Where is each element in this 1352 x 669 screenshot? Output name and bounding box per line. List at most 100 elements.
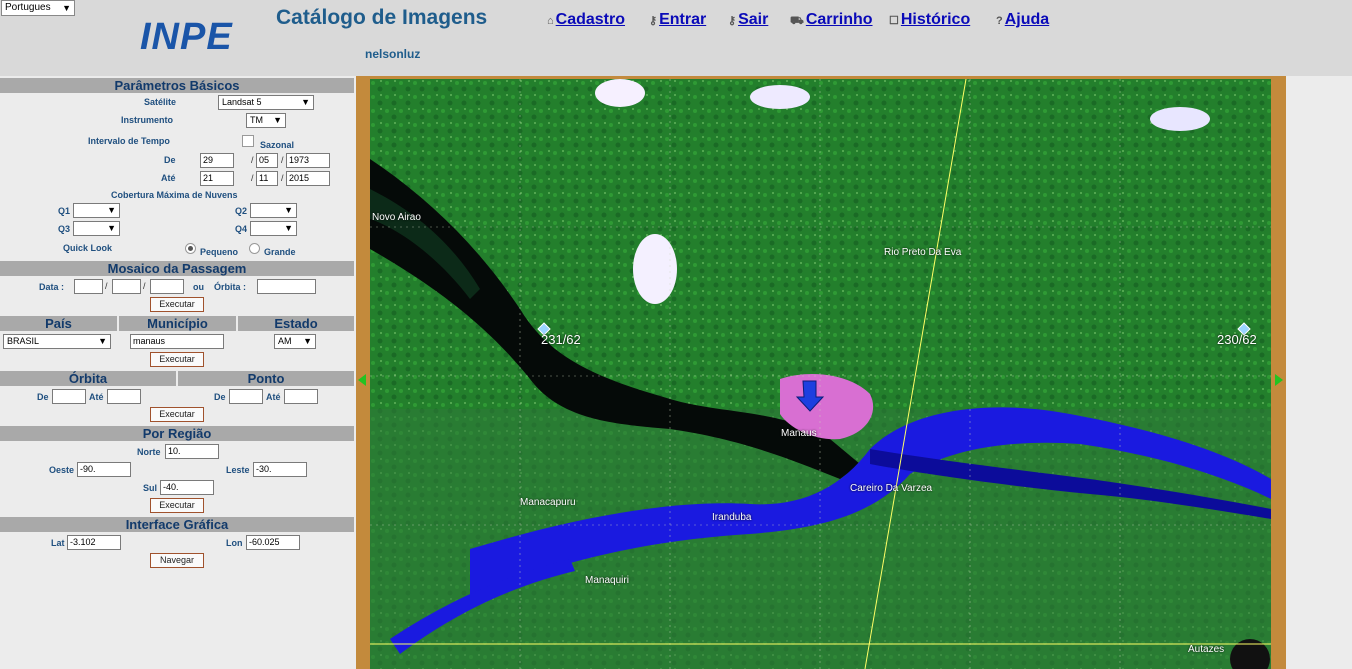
map-pan-left-icon[interactable] — [358, 374, 366, 386]
q2-select[interactable]: ▼ — [250, 203, 297, 218]
region-execute-button[interactable]: Executar — [150, 498, 204, 513]
mosaic-execute-button[interactable]: Executar — [150, 297, 204, 312]
section-region-title: Por Região — [0, 426, 354, 441]
west-label: Oeste — [49, 465, 75, 475]
chevron-down-icon: ▼ — [303, 336, 312, 346]
right-margin — [1286, 76, 1352, 669]
east-input[interactable]: -30. — [253, 462, 307, 477]
q3-select[interactable]: ▼ — [73, 221, 120, 236]
chevron-down-icon: ▼ — [107, 205, 116, 215]
mosaic-day-input[interactable] — [74, 279, 103, 294]
key-icon: ⚷ — [649, 15, 658, 27]
country-select[interactable]: BRASIL ▼ — [3, 334, 111, 349]
orbit-execute-button[interactable]: Executar — [150, 407, 204, 422]
map-pan-right-icon[interactable] — [1275, 374, 1283, 386]
language-select[interactable]: Portugues ▼ — [1, 0, 75, 16]
chevron-down-icon: ▼ — [62, 3, 71, 13]
lon-input[interactable]: -60.025 — [246, 535, 300, 550]
quicklook-large-radio[interactable] — [249, 243, 260, 254]
quicklook-small-radio[interactable] — [185, 243, 196, 254]
from-year-input[interactable]: 1973 — [286, 153, 330, 168]
lat-input[interactable]: -3.102 — [67, 535, 121, 550]
instrument-label: Instrumento — [121, 115, 174, 125]
nav-cadastro-label: Cadastro — [555, 11, 626, 28]
header: Portugues ▼ INPE Catálogo de Imagens nels… — [0, 0, 1352, 76]
state-header: Estado — [238, 316, 354, 331]
search-panel: Parâmetros Básicos Satélite Landsat 5 ▼ I… — [0, 76, 355, 669]
orbit-to-input[interactable] — [107, 389, 141, 404]
map-label-manaquiri: Manaquiri — [585, 575, 629, 586]
q4-label: Q4 — [235, 224, 248, 234]
map-label-manaus: Manaus — [781, 428, 817, 439]
city-input[interactable]: manaus — [130, 334, 224, 349]
page-title: Catálogo de Imagens — [276, 6, 488, 29]
from-day-input[interactable]: 29 — [200, 153, 234, 168]
map-label-rio-preto: Rio Preto Da Eva — [884, 247, 962, 258]
south-label: Sul — [143, 483, 158, 493]
inpe-logo: INPE — [140, 16, 233, 58]
map-label-iranduba: Iranduba — [712, 512, 752, 523]
interval-label: Intervalo de Tempo — [88, 136, 170, 146]
point-to-input[interactable] — [284, 389, 318, 404]
seasonal-checkbox[interactable] — [242, 135, 254, 147]
nav-cadastro[interactable]: ⌂ Cadastro — [547, 11, 625, 29]
key-icon: ⚷ — [728, 15, 737, 27]
nav-historico[interactable]: ☐ Histórico — [889, 11, 970, 29]
country-value: BRASIL — [7, 336, 40, 346]
chevron-down-icon: ▼ — [284, 205, 293, 215]
language-value: Portugues — [5, 2, 51, 13]
home-icon: ⌂ — [547, 15, 554, 27]
quicklook-small-label: Pequeno — [200, 247, 239, 257]
satellite-map-image — [370, 79, 1271, 669]
quicklook-label: Quick Look — [63, 243, 113, 253]
mosaic-month-input[interactable] — [112, 279, 141, 294]
satellite-select[interactable]: Landsat 5 ▼ — [218, 95, 314, 110]
to-day-input[interactable]: 21 — [200, 171, 234, 186]
east-label: Leste — [226, 465, 250, 475]
map-label-novo-airao: Novo Airao — [372, 212, 421, 223]
west-input[interactable]: -90. — [77, 462, 131, 477]
orbit-to-label: Até — [89, 392, 104, 402]
from-label: De — [164, 155, 176, 165]
mosaic-orbit-label: Órbita : — [214, 282, 247, 292]
mosaic-or-label: ou — [193, 282, 204, 292]
cart-icon: ⛟ — [790, 15, 804, 27]
map-label-autazes: Autazes — [1188, 644, 1225, 655]
map-label-scene-231-62: 231/62 — [541, 332, 581, 347]
south-input[interactable]: -40. — [160, 480, 214, 495]
orbit-from-label: De — [37, 392, 49, 402]
orbit-from-input[interactable] — [52, 389, 86, 404]
clouds-label: Cobertura Máxima de Nuvens — [111, 190, 238, 200]
to-year-input[interactable]: 2015 — [286, 171, 330, 186]
north-input[interactable]: 10. — [165, 444, 219, 459]
point-header: Ponto — [178, 371, 354, 386]
location-execute-button[interactable]: Executar — [150, 352, 204, 367]
nav-entrar-label: Entrar — [659, 11, 707, 28]
chevron-down-icon: ▼ — [273, 115, 282, 125]
to-month-input[interactable]: 11 — [256, 171, 278, 186]
nav-ajuda[interactable]: ? Ajuda — [996, 11, 1049, 29]
chevron-down-icon: ▼ — [284, 223, 293, 233]
lock-icon: ☐ — [889, 15, 899, 27]
instrument-select[interactable]: TM ▼ — [246, 113, 286, 128]
date-separator: / — [281, 173, 284, 183]
point-from-input[interactable] — [229, 389, 263, 404]
mosaic-date-label: Data : — [39, 282, 65, 292]
nav-carrinho[interactable]: ⛟ Carrinho — [790, 11, 873, 29]
mosaic-year-input[interactable] — [150, 279, 184, 294]
q4-select[interactable]: ▼ — [250, 221, 297, 236]
lat-label: Lat — [51, 538, 65, 548]
state-select[interactable]: AM ▼ — [274, 334, 316, 349]
mosaic-orbit-input[interactable] — [257, 279, 316, 294]
date-separator: / — [281, 155, 284, 165]
quicklook-large-label: Grande — [264, 247, 296, 257]
satellite-map[interactable]: Novo Airao 231/62 Rio Preto Da Eva 230/6… — [370, 79, 1271, 669]
to-label: Até — [161, 173, 176, 183]
nav-entrar[interactable]: ⚷ Entrar — [649, 11, 706, 29]
seasonal-label: Sazonal — [260, 140, 295, 150]
nav-sair[interactable]: ⚷ Sair — [728, 11, 768, 29]
navigate-button[interactable]: Navegar — [150, 553, 204, 568]
from-month-input[interactable]: 05 — [256, 153, 278, 168]
section-basic-title: Parâmetros Básicos — [0, 78, 354, 93]
q1-select[interactable]: ▼ — [73, 203, 120, 218]
